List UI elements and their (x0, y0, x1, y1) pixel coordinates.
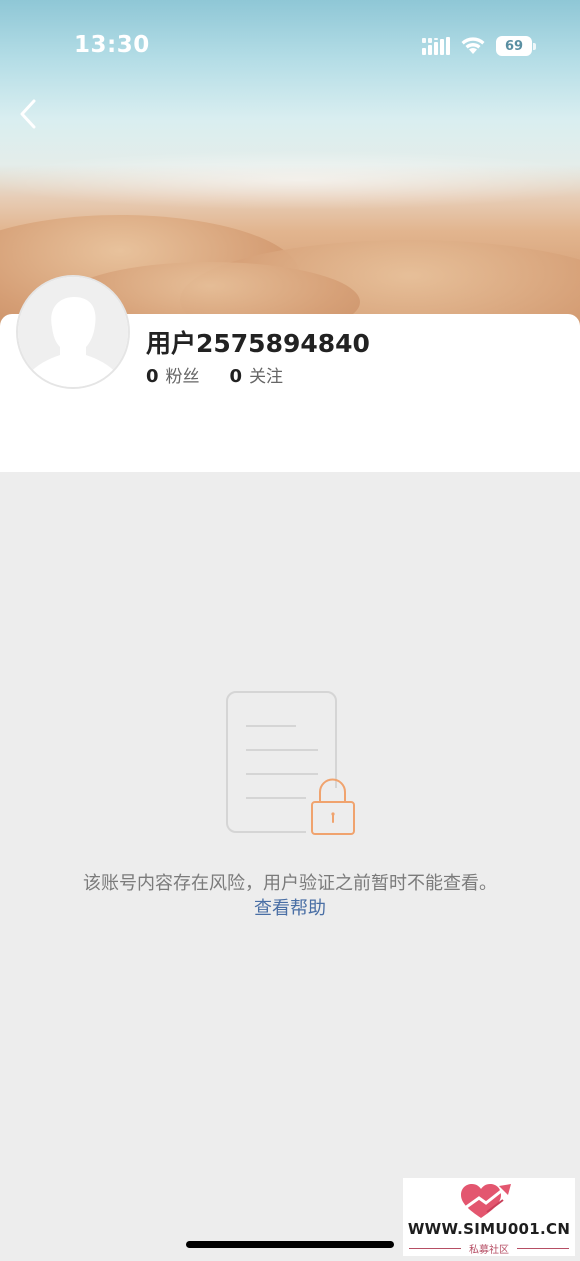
back-button[interactable] (8, 92, 48, 136)
followers-count: 0 (146, 366, 159, 387)
heart-arrow-logo-icon (461, 1184, 511, 1218)
battery-icon: 69 (496, 36, 536, 56)
status-time: 13:30 (74, 32, 150, 58)
chevron-left-icon (20, 99, 36, 129)
signal-icon (422, 37, 450, 55)
default-avatar-icon (18, 277, 128, 387)
risk-message: 该账号内容存在风险，用户验证之前暂时不能查看。 (83, 873, 497, 894)
following-count: 0 (229, 366, 243, 387)
following-stat[interactable]: 0 关注 (230, 362, 284, 387)
watermark: WWW.SIMU001.CN 私募社区 (403, 1178, 575, 1256)
followers-label: 粉丝 (165, 367, 200, 387)
profile-stats: 0 粉丝 0 关注 (146, 362, 283, 387)
avatar[interactable] (18, 277, 128, 387)
watermark-domain: WWW.SIMU001.CN (407, 1220, 571, 1238)
following-label: 关注 (249, 367, 284, 387)
locked-document-icon (226, 691, 356, 835)
watermark-subtitle: 私募社区 (469, 1245, 509, 1256)
wifi-icon (461, 37, 485, 54)
battery-level: 69 (504, 38, 524, 54)
followers-stat[interactable]: 0 粉丝 (146, 362, 200, 387)
status-bar: 13:30 69 (0, 0, 580, 94)
username: 用户2575894840 (146, 329, 370, 358)
content-area (0, 472, 580, 1261)
home-indicator (186, 1241, 394, 1248)
help-link[interactable]: 查看帮助 (0, 894, 580, 920)
